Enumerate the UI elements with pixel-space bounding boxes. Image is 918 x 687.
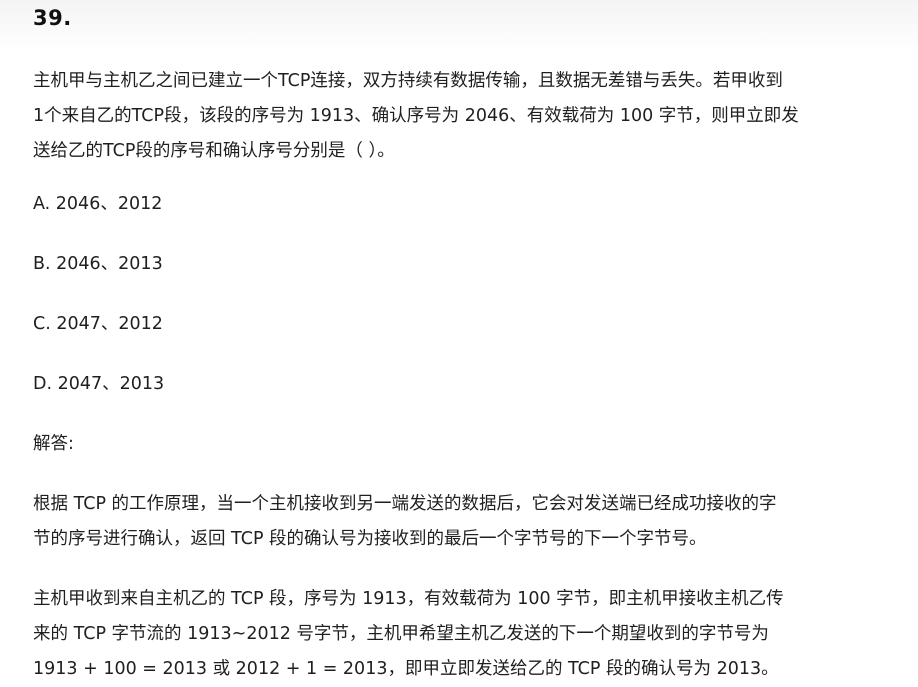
answer-line: 节的序号进行确认，返回 TCP 段的确认号为接收到的最后一个字节号的下一个字节号… — [33, 529, 707, 549]
answer-line: 根据 TCP 的工作原理，当一个主机接收到另一端发送的数据后，它会对发送端已经成… — [33, 494, 777, 514]
top-shade — [0, 0, 918, 52]
question-number: 39. — [33, 6, 72, 30]
option-a: A. 2046、2012 — [33, 194, 163, 214]
answer-paragraph-2: 主机甲收到来自主机乙的 TCP 段，序号为 1913，有效载荷为 100 字节，… — [33, 582, 903, 687]
answer-line: 来的 TCP 字节流的 1913~2012 号字节，主机甲希望主机乙发送的下一个… — [33, 624, 769, 644]
answer-line: 1913 + 100 = 2013 或 2012 + 1 = 2013，即甲立即… — [33, 659, 779, 679]
question-line: 主机甲与主机乙之间已建立一个TCP连接，双方持续有数据传输，且数据无差错与丢失。… — [33, 71, 783, 91]
option-b: B. 2046、2013 — [33, 254, 163, 274]
answer-label: 解答: — [33, 434, 74, 454]
question-line: 1个来自乙的TCP段，该段的序号为 1913、确认序号为 2046、有效载荷为 … — [33, 106, 799, 126]
answer-paragraph-1: 根据 TCP 的工作原理，当一个主机接收到另一端发送的数据后，它会对发送端已经成… — [33, 487, 903, 557]
option-d: D. 2047、2013 — [33, 374, 165, 394]
option-c: C. 2047、2012 — [33, 314, 163, 334]
answer-line: 主机甲收到来自主机乙的 TCP 段，序号为 1913，有效载荷为 100 字节，… — [33, 589, 784, 609]
question-text: 主机甲与主机乙之间已建立一个TCP连接，双方持续有数据传输，且数据无差错与丢失。… — [33, 64, 903, 169]
question-line: 送给乙的TCP段的序号和确认序号分别是（ ）。 — [33, 141, 395, 161]
